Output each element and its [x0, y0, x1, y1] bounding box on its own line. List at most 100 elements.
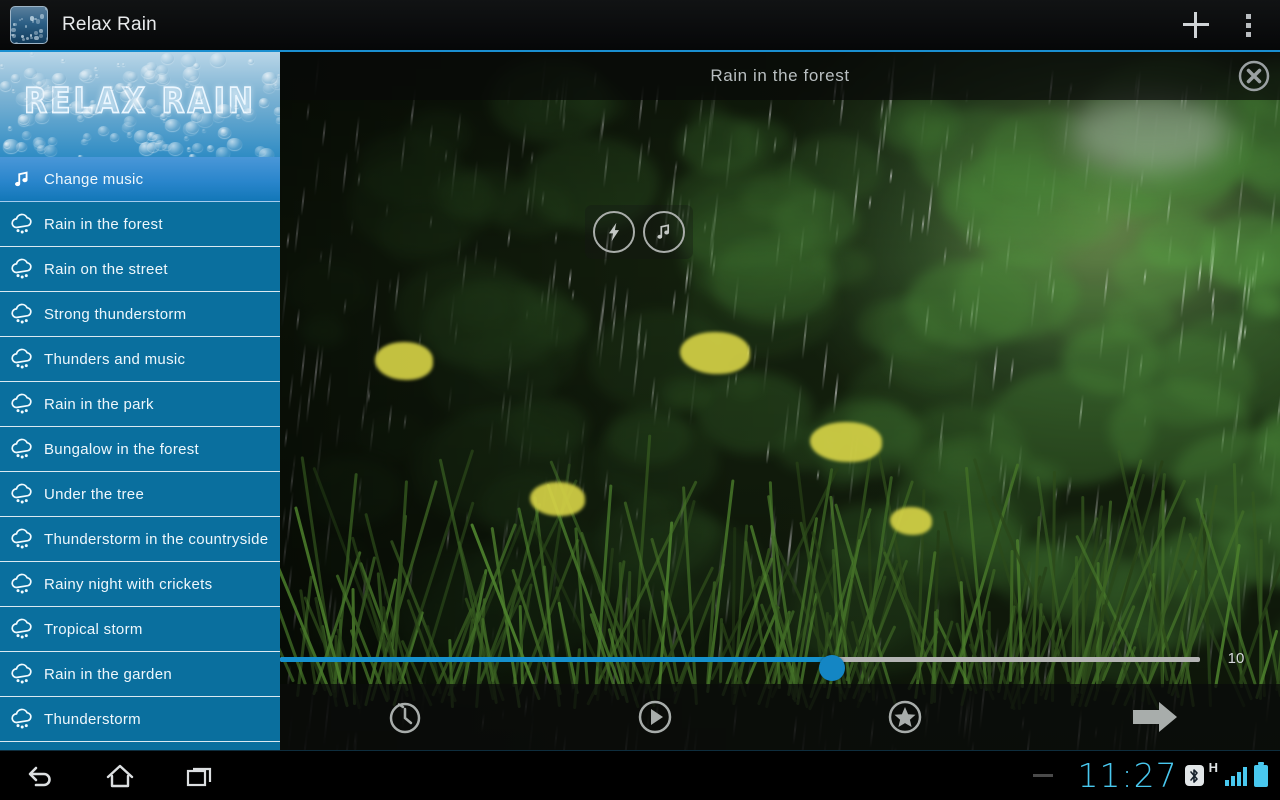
water-droplet: [216, 147, 230, 157]
sound-toggle-panel: [585, 205, 693, 259]
water-droplet: [127, 83, 133, 88]
water-droplet: [126, 131, 133, 137]
sidebar-item-label: Rain on the street: [44, 260, 168, 278]
sidebar-item-sound[interactable]: Tropical storm: [0, 607, 280, 652]
network-type-label: H: [1208, 760, 1218, 775]
sidebar-item-sound[interactable]: Rain in the park: [0, 382, 280, 427]
water-droplet: [213, 112, 225, 122]
water-droplet: [22, 131, 31, 139]
slider-track[interactable]: [280, 655, 1200, 681]
water-droplet: [7, 125, 13, 130]
sidebar-item-sound[interactable]: Bungalow in the forest: [0, 427, 280, 472]
rain-cloud-icon: [0, 348, 44, 370]
water-droplet: [35, 80, 43, 88]
sidebar: RELAX RAIN Change music Rain in the fore…: [0, 52, 280, 750]
slider-fill: [280, 657, 832, 662]
sidebar-item-label: Thunders and music: [44, 350, 186, 368]
back-arrow-icon: [28, 766, 51, 786]
play-icon: [638, 700, 672, 734]
rain-cloud-icon: [0, 573, 44, 595]
home-button[interactable]: [80, 751, 160, 800]
sidebar-item-label: Under the tree: [44, 485, 145, 503]
slider-thumb[interactable]: [819, 655, 845, 681]
rain-cloud-icon: [0, 393, 44, 415]
app-root: Relax Rain RELAX RAIN Change music Rain …: [0, 0, 1280, 800]
water-droplet: [227, 138, 242, 151]
water-droplet: [127, 71, 139, 81]
next-button[interactable]: [1030, 698, 1280, 736]
sidebar-item-label: Thunderstorm: [44, 710, 141, 728]
water-droplet: [35, 111, 49, 124]
overflow-menu-button[interactable]: [1224, 0, 1272, 51]
overflow-menu-icon: [1245, 13, 1251, 19]
clock-icon: [389, 702, 421, 734]
home-icon: [106, 764, 134, 787]
status-cluster[interactable]: 11:27 H: [1032, 756, 1268, 795]
slider-value: 10: [1227, 650, 1245, 667]
recent-apps-button[interactable]: [160, 751, 240, 800]
sidebar-item-sound[interactable]: Thunders and music: [0, 337, 280, 382]
water-droplet: [132, 96, 147, 110]
water-droplet: [117, 63, 121, 66]
rain-cloud-icon: [0, 303, 44, 325]
back-button[interactable]: [0, 751, 80, 800]
sidebar-item-change-music[interactable]: Change music: [0, 157, 280, 202]
water-droplet: [80, 68, 96, 82]
water-droplet: [43, 102, 54, 112]
add-button[interactable]: [1168, 0, 1224, 51]
logo-banner: RELAX RAIN: [0, 52, 280, 157]
timer-button[interactable]: [280, 698, 530, 736]
water-droplet: [95, 73, 99, 77]
sidebar-item-sound[interactable]: Strong thunderstorm: [0, 292, 280, 337]
water-droplet: [121, 62, 126, 66]
sidebar-item-label: Rainy night with crickets: [44, 575, 213, 593]
close-circle-icon[interactable]: [1236, 58, 1272, 94]
favorite-button[interactable]: [780, 697, 1030, 737]
rain-cloud-icon: [0, 708, 44, 730]
water-droplet: [209, 52, 226, 67]
sidebar-item-sound[interactable]: Thunderstorm: [0, 697, 280, 742]
rain-cloud-icon: [0, 258, 44, 280]
sidebar-item-sound[interactable]: Under the tree: [0, 472, 280, 517]
yellow-flower: [890, 507, 932, 535]
rain-scene-background: [280, 52, 1280, 750]
water-droplet: [29, 52, 34, 57]
water-droplet: [109, 86, 114, 90]
water-droplet: [120, 89, 134, 101]
sidebar-item-sound[interactable]: Rain on the street: [0, 247, 280, 292]
sidebar-item-label: Tropical storm: [44, 620, 143, 638]
water-droplet: [187, 147, 192, 151]
thunder-toggle[interactable]: [593, 211, 635, 253]
sidebar-item-sound[interactable]: Rainy night with crickets: [0, 562, 280, 607]
water-droplet: [60, 58, 66, 63]
main-panel: Rain in the forest 10: [280, 52, 1280, 750]
water-droplet: [0, 81, 12, 91]
scene-title-bar: Rain in the forest: [280, 52, 1280, 100]
app-title: Relax Rain: [62, 14, 157, 35]
rain-cloud-icon: [0, 618, 44, 640]
action-bar: Relax Rain: [0, 0, 1280, 52]
water-droplet: [30, 98, 41, 108]
water-droplet: [259, 148, 274, 157]
sidebar-item-label: Thunderstorm in the countryside: [44, 530, 269, 548]
water-droplet: [40, 89, 55, 101]
play-button[interactable]: [530, 697, 780, 737]
player-toolbar: [280, 684, 1280, 750]
rain-cloud-icon: [0, 483, 44, 505]
music-toggle[interactable]: [643, 211, 685, 253]
water-droplet: [81, 138, 88, 145]
sidebar-item-sound[interactable]: Rain in the forest: [0, 202, 280, 247]
sidebar-item-label: Bungalow in the forest: [44, 440, 200, 458]
rain-cloud-icon: [0, 213, 44, 235]
lightning-bolt-icon: [608, 222, 620, 242]
water-droplet: [51, 72, 66, 85]
battery-icon: [1254, 761, 1268, 787]
yellow-flower: [810, 422, 882, 462]
intensity-slider[interactable]: 10: [280, 648, 1280, 681]
water-droplet: [184, 82, 190, 87]
status-clock: 11:27: [1077, 756, 1178, 795]
sidebar-item-sound[interactable]: Thunderstorm in the countryside: [0, 517, 280, 562]
sidebar-item-sound[interactable]: Rain in the garden: [0, 652, 280, 697]
sound-list: Rain in the forest Rain on the street Stro…: [0, 202, 280, 742]
music-note-icon: [0, 168, 44, 190]
